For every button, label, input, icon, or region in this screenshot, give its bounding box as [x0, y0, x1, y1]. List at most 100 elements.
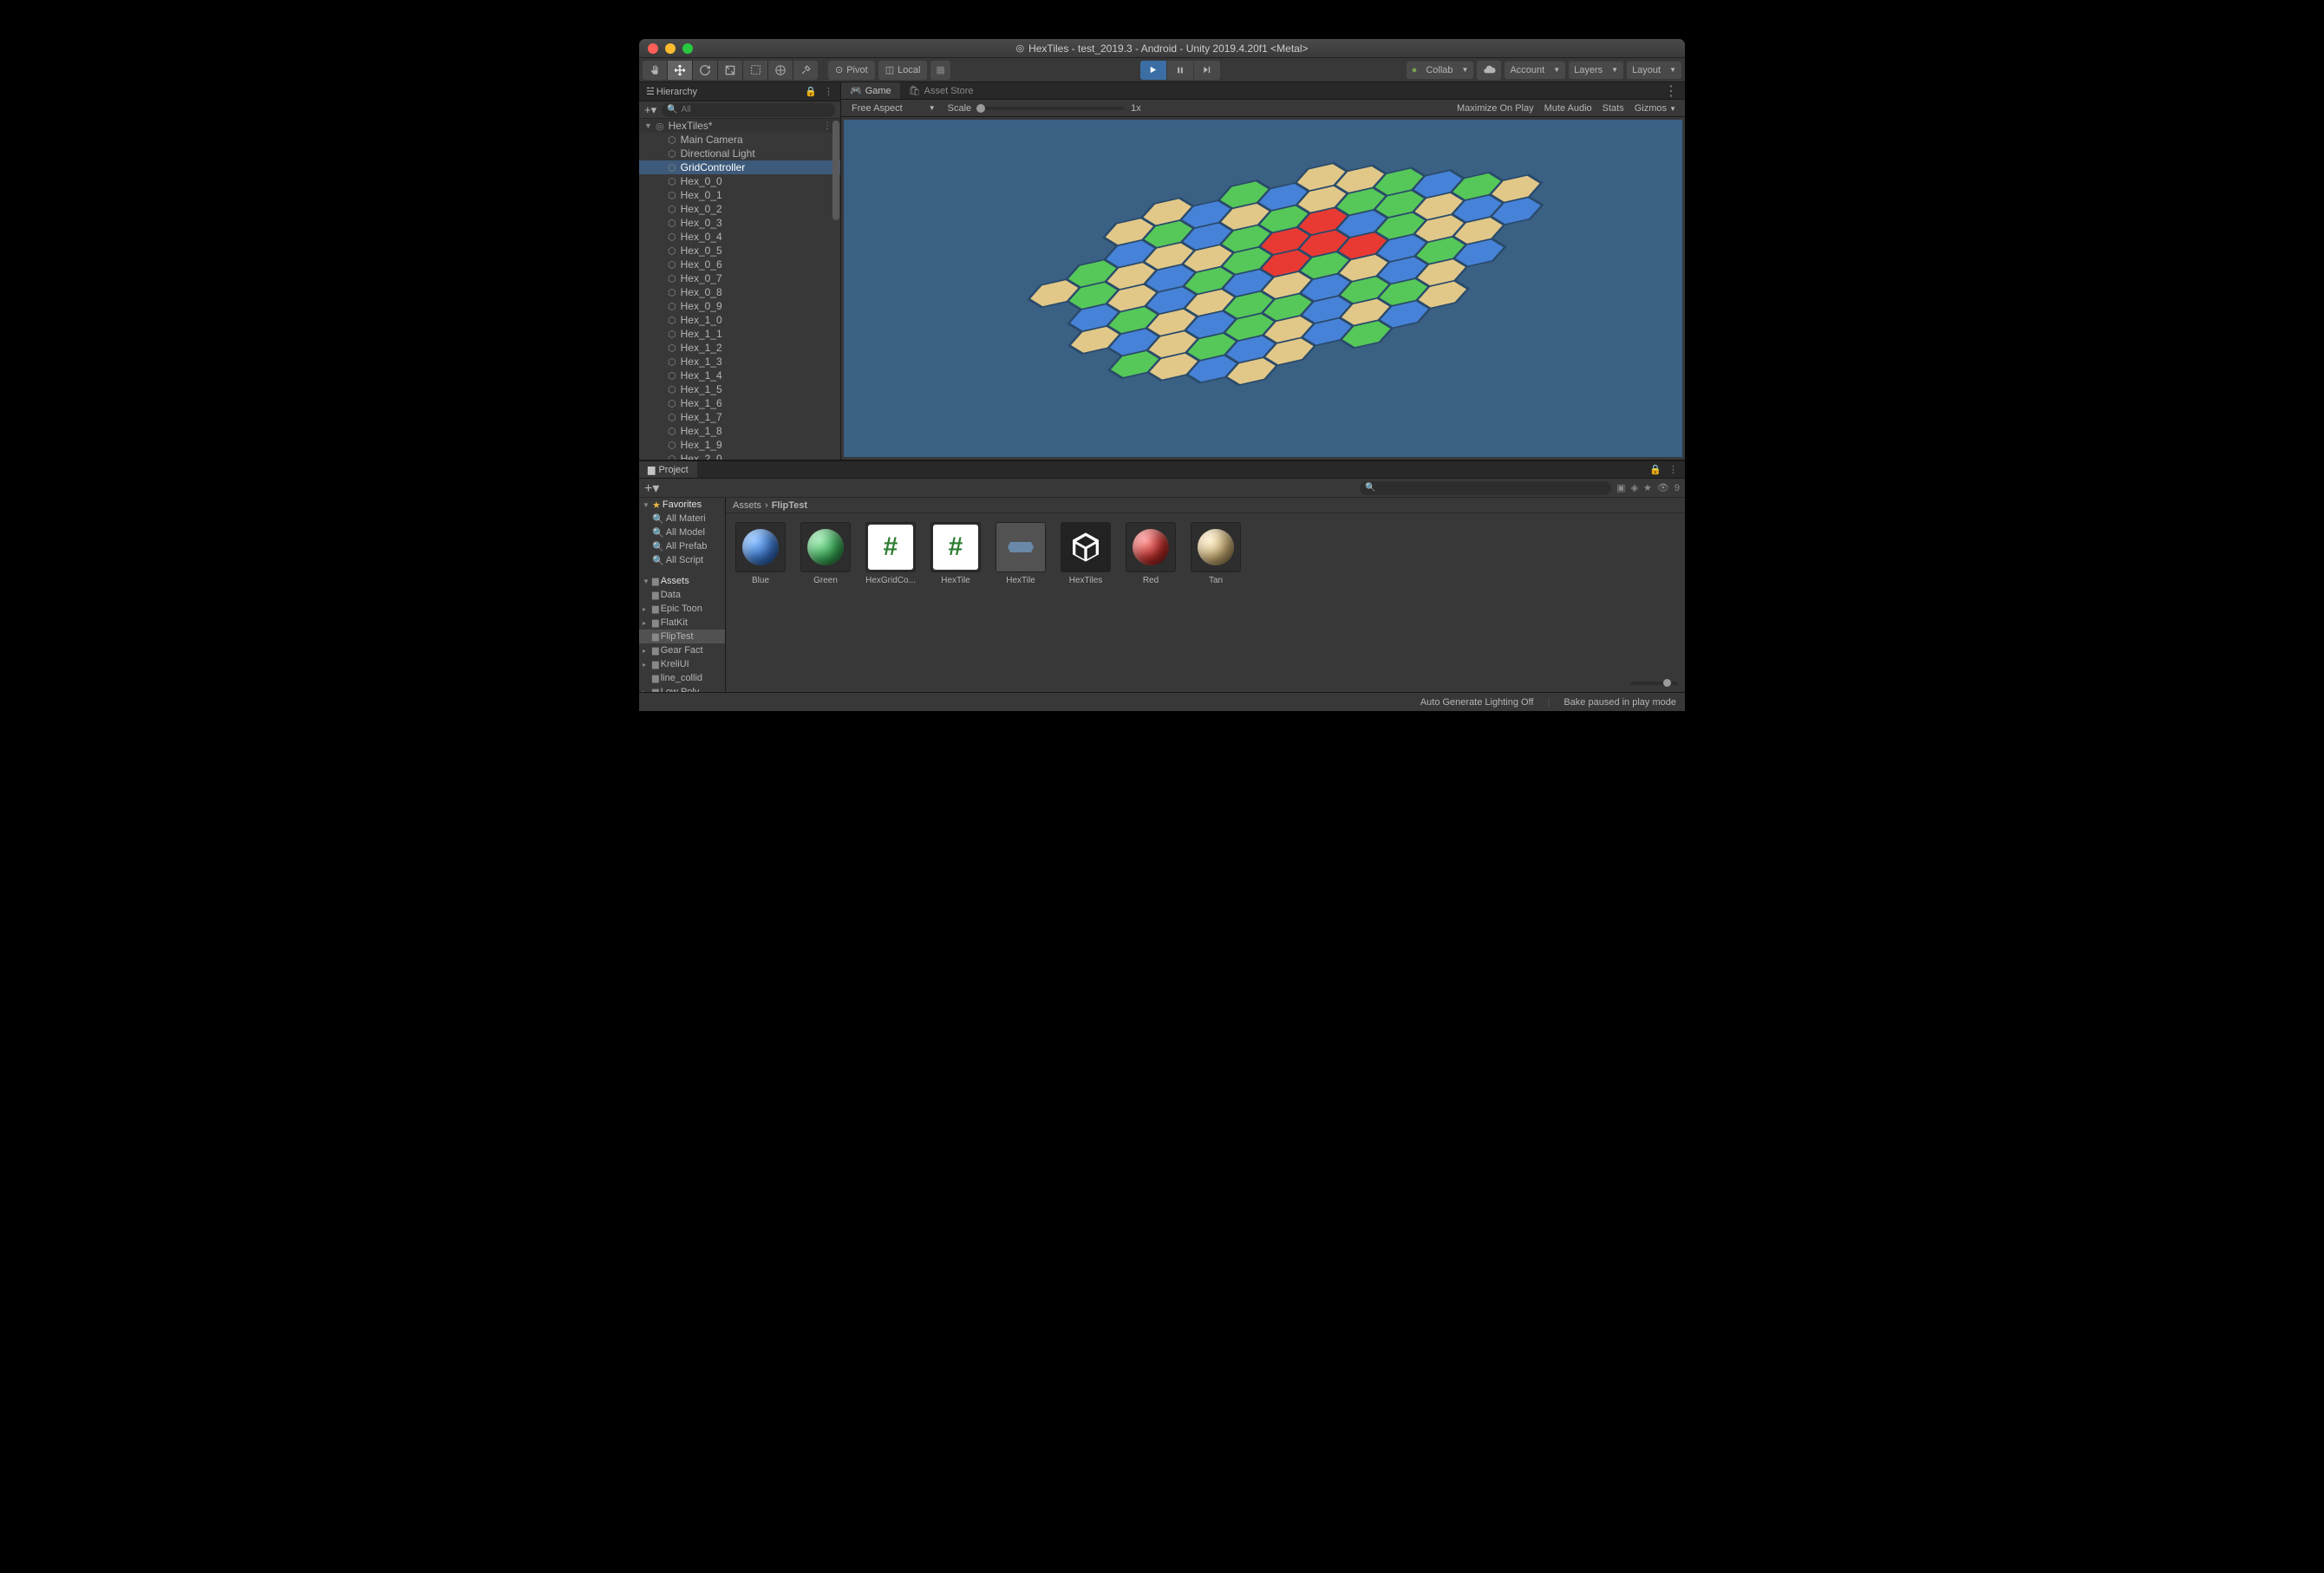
hierarchy-search-input[interactable]: 🔍 All	[662, 103, 835, 117]
transform-tool-button[interactable]	[768, 61, 793, 80]
maximize-on-play-button[interactable]: Maximize On Play	[1452, 103, 1539, 114]
hierarchy-item[interactable]: ⬡Hex_0_7	[639, 271, 840, 285]
hierarchy-item[interactable]: ⬡Hex_0_5	[639, 244, 840, 258]
asset-item[interactable]: #HexTile	[930, 522, 982, 585]
rect-tool-button[interactable]	[743, 61, 767, 80]
panel-menu-icon[interactable]: ⋮	[1657, 82, 1685, 99]
play-button[interactable]	[1140, 61, 1166, 80]
project-search-input[interactable]: 🔍	[1360, 481, 1611, 495]
hierarchy-item[interactable]: ⬡Hex_1_6	[639, 396, 840, 410]
collab-dropdown[interactable]: ●Collab▼	[1407, 62, 1474, 79]
favorite-item[interactable]: 🔍 All Script	[639, 553, 725, 567]
asset-item[interactable]: Red	[1125, 522, 1177, 585]
hierarchy-item[interactable]: ⬡Hex_1_0	[639, 313, 840, 327]
filter-by-type-icon[interactable]: ▣	[1616, 482, 1625, 493]
tab-asset-store[interactable]: 🛍Asset Store	[900, 82, 982, 99]
tab-project[interactable]: ▆Project	[639, 461, 697, 478]
mute-audio-button[interactable]: Mute Audio	[1539, 103, 1597, 114]
minimize-window-button[interactable]	[665, 43, 676, 54]
hidden-icon[interactable]: 👁	[1657, 482, 1669, 493]
folder-item[interactable]: ▸▆ FlatKit	[639, 616, 725, 630]
asset-item[interactable]: Blue	[734, 522, 787, 585]
hierarchy-scrollbar[interactable]	[832, 121, 839, 220]
cloud-button[interactable]	[1477, 61, 1501, 80]
asset-item[interactable]: HexTiles	[1060, 522, 1112, 585]
save-search-icon[interactable]: ★	[1643, 482, 1652, 493]
folder-item[interactable]: ▸▆ Epic Toon	[639, 602, 725, 616]
tab-game[interactable]: 🎮Game	[841, 82, 900, 99]
hierarchy-item[interactable]: ⬡Hex_2_0	[639, 452, 840, 460]
hierarchy-item[interactable]: ⬡Directional Light	[639, 147, 840, 160]
folder-item[interactable]: ▸▆ Low Poly	[639, 685, 725, 692]
asset-item[interactable]: HexTile	[995, 522, 1047, 585]
layout-dropdown[interactable]: Layout▼	[1627, 62, 1681, 79]
hierarchy-item[interactable]: ⬡Hex_1_5	[639, 382, 840, 396]
hierarchy-item[interactable]: ⬡Hex_1_3	[639, 355, 840, 369]
folder-item[interactable]: ▆ Data	[639, 588, 725, 602]
hierarchy-item[interactable]: ⬡Hex_0_0	[639, 174, 840, 188]
maximize-window-button[interactable]	[682, 43, 693, 54]
create-asset-button[interactable]: +▾	[644, 480, 659, 497]
custom-tool-button[interactable]	[793, 61, 818, 80]
hierarchy-item[interactable]: ⬡Hex_1_9	[639, 438, 840, 452]
hierarchy-item[interactable]: ⬡Hex_0_1	[639, 188, 840, 202]
account-dropdown[interactable]: Account▼	[1505, 62, 1565, 79]
asset-item[interactable]: #HexGridCo...	[865, 522, 917, 585]
rotate-tool-button[interactable]	[693, 61, 717, 80]
close-window-button[interactable]	[648, 43, 658, 54]
create-button[interactable]: +▾	[644, 103, 662, 117]
asset-label: HexTiles	[1060, 576, 1112, 585]
scale-slider[interactable]	[976, 107, 1124, 110]
pause-button[interactable]	[1167, 61, 1193, 80]
hierarchy-item[interactable]: ⬡Main Camera	[639, 133, 840, 147]
asset-item[interactable]: Green	[800, 522, 852, 585]
hierarchy-item[interactable]: ⬡Hex_1_1	[639, 327, 840, 341]
folder-item[interactable]: ▆ line_collid	[639, 671, 725, 685]
assets-header[interactable]: ▼▆ Assets	[639, 574, 725, 588]
move-tool-button[interactable]	[668, 61, 692, 80]
hierarchy-tab[interactable]: ☱ Hierarchy 🔒 ⋮	[639, 82, 840, 101]
folder-item[interactable]: ▆ FlipTest	[639, 630, 725, 643]
hierarchy-item[interactable]: ⬡Hex_0_8	[639, 285, 840, 299]
unity-editor-window: ◎ HexTiles - test_2019.3 - Android - Uni…	[639, 39, 1685, 711]
scene-row[interactable]: ▼◎HexTiles*⋮	[639, 119, 840, 133]
favorite-item[interactable]: 🔍 All Model	[639, 525, 725, 539]
game-viewport[interactable]	[841, 117, 1685, 460]
snap-button[interactable]: ▦	[930, 61, 950, 80]
thumbnail-size-slider[interactable]	[1630, 682, 1678, 685]
kebab-icon[interactable]: ⋮	[1668, 464, 1678, 475]
hierarchy-item[interactable]: ⬡Hex_1_7	[639, 410, 840, 424]
kebab-icon[interactable]: ⋮	[824, 86, 833, 97]
aspect-dropdown[interactable]: Free Aspect▼	[845, 103, 943, 114]
hierarchy-item[interactable]: ⬡GridController	[639, 160, 840, 174]
layers-dropdown[interactable]: Layers▼	[1569, 62, 1623, 79]
game-icon: 🎮	[850, 85, 862, 96]
local-icon: ◫	[885, 64, 894, 75]
scale-tool-button[interactable]	[718, 61, 742, 80]
local-toggle-button[interactable]: ◫ Local	[878, 61, 928, 80]
lock-icon[interactable]: 🔒	[805, 86, 817, 97]
pivot-toggle-button[interactable]: ⊙ Pivot	[828, 61, 875, 80]
hierarchy-item[interactable]: ⬡Hex_0_4	[639, 230, 840, 244]
filter-by-label-icon[interactable]: ◈	[1631, 482, 1638, 493]
hierarchy-item[interactable]: ⬡Hex_1_8	[639, 424, 840, 438]
favorites-header[interactable]: ▼★ Favorites	[639, 498, 725, 512]
folder-item[interactable]: ▸▆ Gear Fact	[639, 643, 725, 657]
hand-tool-button[interactable]	[643, 61, 667, 80]
gizmos-dropdown[interactable]: Gizmos ▼	[1629, 103, 1681, 114]
favorite-item[interactable]: 🔍 All Prefab	[639, 539, 725, 553]
asset-item[interactable]: Tan	[1190, 522, 1242, 585]
favorite-item[interactable]: 🔍 All Materi	[639, 512, 725, 525]
breadcrumb[interactable]: Assets›FlipTest	[726, 498, 1685, 513]
stats-button[interactable]: Stats	[1597, 103, 1629, 114]
hierarchy-item[interactable]: ⬡Hex_0_6	[639, 258, 840, 271]
step-button[interactable]	[1194, 61, 1220, 80]
hierarchy-item[interactable]: ⬡Hex_0_2	[639, 202, 840, 216]
hierarchy-item[interactable]: ⬡Hex_0_3	[639, 216, 840, 230]
hierarchy-item[interactable]: ⬡Hex_1_4	[639, 369, 840, 382]
hierarchy-item[interactable]: ⬡Hex_1_2	[639, 341, 840, 355]
lock-icon[interactable]: 🔒	[1649, 464, 1661, 475]
folder-item[interactable]: ▸▆ KreliUI	[639, 657, 725, 671]
hierarchy-panel: ☱ Hierarchy 🔒 ⋮ +▾ 🔍 All ▼◎HexTiles*⋮⬡Ma…	[639, 82, 841, 460]
hierarchy-item[interactable]: ⬡Hex_0_9	[639, 299, 840, 313]
